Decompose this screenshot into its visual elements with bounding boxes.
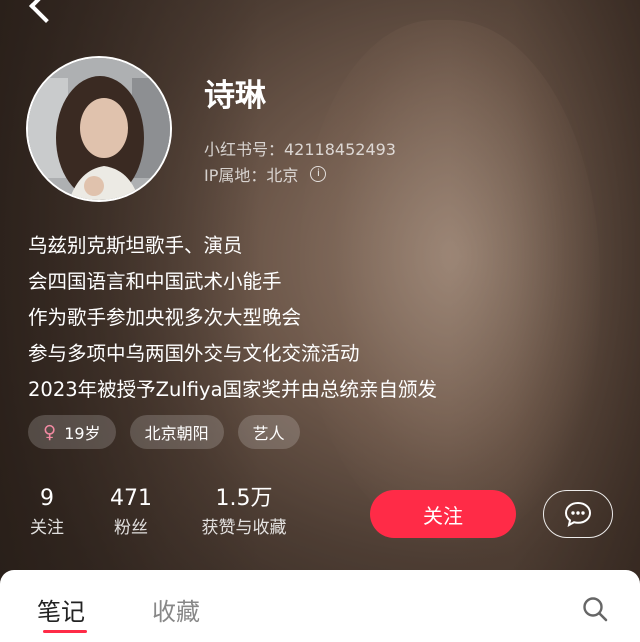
bio: 乌兹别克斯坦歌手、演员 会四国语言和中国武术小能手 作为歌手参加央视多次大型晚会…	[28, 228, 437, 408]
chat-bubble-icon	[564, 501, 592, 527]
profile-page: 诗琳 小红书号：42118452493 IP属地：北京 i 乌兹别克斯坦歌手、演…	[0, 0, 640, 642]
stat-label: 获赞与收藏	[201, 518, 287, 538]
bio-line: 参与多项中乌两国外交与文化交流活动	[28, 342, 360, 365]
stat-value: 471	[110, 486, 152, 511]
message-button[interactable]	[543, 490, 613, 538]
tab-notes[interactable]: 笔记	[37, 592, 85, 627]
stat-value: 9	[40, 486, 54, 511]
stat-followers[interactable]: 471 粉丝	[106, 484, 156, 542]
stats-row: 9 关注 471 粉丝 1.5万 获赞与收藏	[0, 484, 340, 554]
tag-label: 19岁	[64, 424, 101, 443]
stat-likes-collects[interactable]: 1.5万 获赞与收藏	[194, 484, 294, 542]
profile-tags: ♀ 19岁 北京朝阳 艺人	[28, 415, 300, 449]
tag-age: ♀ 19岁	[28, 415, 116, 449]
profile-name: 诗琳	[204, 78, 266, 114]
tag-label: 北京朝阳	[144, 424, 209, 443]
bio-line: 2023年被授予Zulfiya国家奖并由总统亲自颁发	[28, 378, 438, 401]
ip-location: IP属地：北京	[204, 166, 299, 185]
active-tab-indicator	[43, 630, 87, 633]
female-icon: ♀	[43, 421, 57, 443]
follow-button[interactable]: 关注	[370, 490, 516, 538]
search-icon[interactable]	[582, 596, 608, 622]
stat-following[interactable]: 9 关注	[26, 484, 68, 542]
content-tabs: 笔记 收藏	[0, 570, 640, 642]
stat-label: 粉丝	[114, 518, 148, 538]
ip-location-row: IP属地：北京 i	[204, 162, 327, 186]
tag-label: 艺人	[252, 424, 285, 443]
stat-label: 关注	[30, 518, 64, 538]
bio-line: 作为歌手参加央视多次大型晚会	[28, 306, 302, 329]
avatar[interactable]	[26, 56, 172, 202]
user-id: 小红书号：42118452493	[204, 140, 396, 159]
bio-line: 会四国语言和中国武术小能手	[28, 270, 282, 293]
bio-line: 乌兹别克斯坦歌手、演员	[28, 234, 243, 257]
tag-location: 北京朝阳	[129, 415, 224, 449]
tab-collections[interactable]: 收藏	[152, 592, 200, 627]
stat-value: 1.5万	[215, 486, 273, 511]
info-icon[interactable]: i	[310, 166, 327, 182]
avatar-image	[28, 58, 170, 200]
tag-profession: 艺人	[237, 415, 300, 449]
